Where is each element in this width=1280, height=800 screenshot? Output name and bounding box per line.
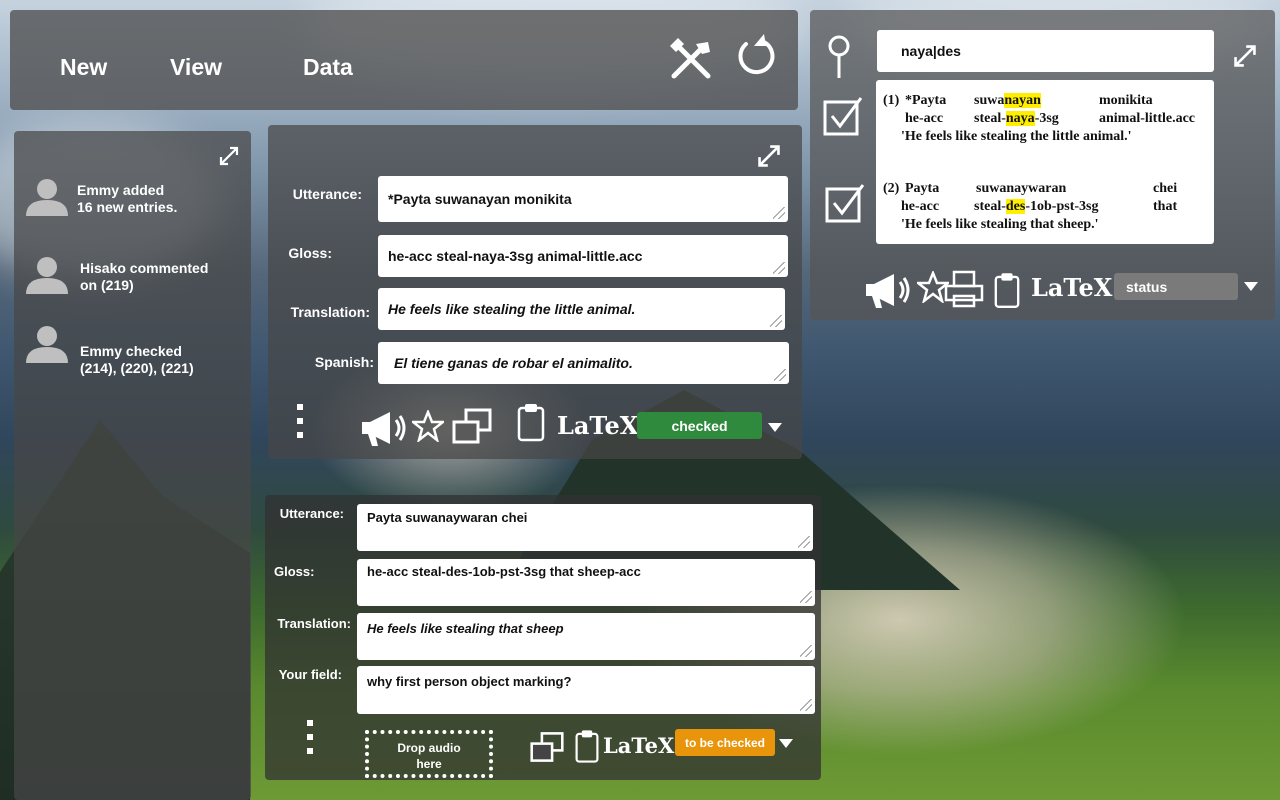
translation-field[interactable]: He feels like stealing the little animal… bbox=[378, 288, 785, 330]
search-input[interactable]: naya|des bbox=[877, 30, 1214, 72]
avatar bbox=[26, 326, 68, 363]
copy-icon[interactable] bbox=[530, 730, 564, 764]
latex-button[interactable]: LaTeX bbox=[1031, 273, 1112, 302]
status-dropdown-icon[interactable] bbox=[768, 423, 782, 432]
resize-handle[interactable] bbox=[773, 207, 785, 219]
example-word: Payta bbox=[905, 181, 940, 196]
example-word: *Payta bbox=[905, 93, 947, 108]
translation-field[interactable]: He feels like stealing that sheep bbox=[357, 613, 815, 660]
more-options-icon[interactable] bbox=[297, 404, 303, 446]
translation-label: Translation: bbox=[290, 304, 370, 320]
status-select[interactable]: status bbox=[1114, 273, 1238, 300]
example-number: (1) bbox=[883, 93, 900, 108]
example-word: suwanayan bbox=[974, 93, 1041, 108]
utterance-label: Utterance: bbox=[292, 186, 362, 202]
latex-button[interactable]: LaTeX bbox=[557, 411, 638, 440]
printer-icon[interactable] bbox=[944, 270, 984, 308]
more-options-icon[interactable] bbox=[307, 720, 313, 762]
example-translation: 'He feels like stealing that sheep.' bbox=[901, 217, 1099, 232]
view-button[interactable]: View bbox=[170, 54, 222, 81]
new-button[interactable]: New bbox=[60, 54, 107, 81]
checkbox-checked-icon[interactable] bbox=[823, 96, 863, 136]
spanish-field[interactable]: El tiene ganas de robar el animalito. bbox=[378, 342, 789, 384]
top-toolbar: New View Data bbox=[10, 10, 798, 110]
avatar bbox=[26, 257, 68, 294]
example-word: chei bbox=[1153, 181, 1178, 196]
utterance-label: Utterance: bbox=[279, 506, 344, 521]
resize-handle[interactable] bbox=[800, 645, 812, 657]
translation-label: Translation: bbox=[277, 616, 351, 631]
resize-handle[interactable] bbox=[770, 315, 782, 327]
custom-field[interactable]: why first person object marking? bbox=[357, 666, 815, 714]
clipboard-icon[interactable] bbox=[574, 727, 600, 765]
status-badge[interactable]: to be checked bbox=[675, 729, 775, 756]
example-gloss: he-acc bbox=[905, 111, 944, 126]
refresh-icon[interactable] bbox=[732, 32, 780, 80]
resize-handle[interactable] bbox=[800, 699, 812, 711]
example-word: monikita bbox=[1099, 93, 1153, 108]
utterance-field[interactable]: *Payta suwanayan monikita bbox=[378, 176, 788, 222]
search-icon[interactable] bbox=[826, 34, 852, 80]
activity-text: Emmy added 16 new entries. bbox=[77, 182, 178, 215]
copy-icon[interactable] bbox=[452, 408, 492, 444]
example-gloss: steal-naya-3sg bbox=[974, 111, 1059, 126]
data-button[interactable]: Data bbox=[303, 54, 353, 81]
spanish-label: Spanish: bbox=[314, 354, 374, 370]
activity-text: Emmy checked (214), (220), (221) bbox=[80, 343, 194, 376]
star-icon[interactable] bbox=[412, 410, 444, 442]
latex-button[interactable]: LaTeX bbox=[603, 733, 674, 758]
activity-text: Hisako commented on (219) bbox=[80, 260, 209, 293]
example-gloss: steal-des-1ob-pst-3sg bbox=[974, 199, 1099, 214]
gloss-field[interactable]: he-acc steal-naya-3sg animal-little.acc bbox=[378, 235, 788, 277]
status-dropdown-icon[interactable] bbox=[1244, 282, 1258, 291]
resize-handle[interactable] bbox=[798, 536, 810, 548]
expand-icon[interactable] bbox=[218, 145, 240, 167]
resize-handle[interactable] bbox=[773, 262, 785, 274]
gloss-label: Gloss: bbox=[274, 564, 315, 579]
utterance-field[interactable]: Payta suwanaywaran chei bbox=[357, 504, 813, 551]
example-number: (2) bbox=[883, 181, 900, 196]
custom-field-label: Your field: bbox=[278, 667, 342, 682]
avatar bbox=[26, 179, 68, 216]
tools-icon[interactable] bbox=[666, 34, 716, 84]
gloss-label: Gloss: bbox=[288, 245, 332, 261]
resize-handle[interactable] bbox=[774, 369, 786, 381]
gloss-field[interactable]: he-acc steal-des-1ob-pst-3sg that sheep-… bbox=[357, 559, 815, 606]
activity-feed-panel bbox=[14, 131, 251, 800]
expand-icon[interactable] bbox=[1232, 43, 1258, 69]
example-word: suwanaywaran bbox=[976, 181, 1067, 196]
status-badge[interactable]: checked bbox=[637, 412, 762, 439]
example-gloss: that bbox=[1153, 199, 1178, 214]
clipboard-icon[interactable] bbox=[516, 402, 546, 442]
checkbox-checked-icon[interactable] bbox=[825, 182, 865, 224]
status-dropdown-icon[interactable] bbox=[779, 739, 793, 748]
megaphone-icon[interactable] bbox=[358, 408, 408, 448]
example-translation: 'He feels like stealing the little anima… bbox=[901, 129, 1132, 144]
clipboard-icon[interactable] bbox=[993, 270, 1021, 310]
example-gloss: animal-little.acc bbox=[1099, 111, 1196, 126]
megaphone-icon[interactable] bbox=[862, 270, 912, 310]
example-gloss: he-acc bbox=[901, 199, 940, 214]
resize-handle[interactable] bbox=[800, 591, 812, 603]
drop-audio-zone[interactable]: Drop audio here bbox=[365, 730, 493, 778]
expand-icon[interactable] bbox=[756, 143, 782, 169]
